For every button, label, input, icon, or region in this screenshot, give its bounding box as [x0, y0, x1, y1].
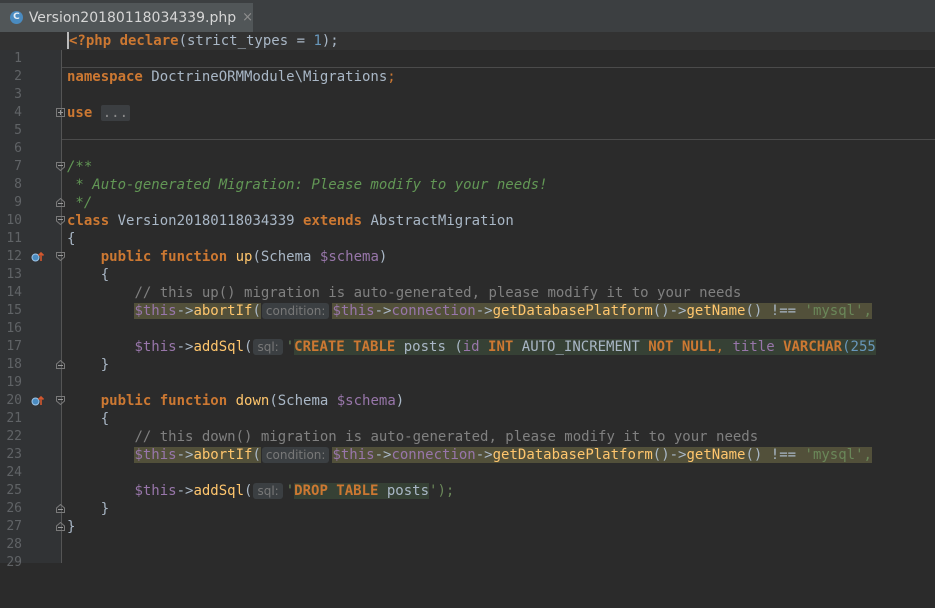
code-line-20[interactable]: 20: [0, 374, 935, 408]
fold-end-icon[interactable]: [56, 198, 65, 207]
tab-title: Version20180118034339.php: [28, 9, 237, 26]
code-line-5[interactable]: 5 use ...: [0, 104, 935, 138]
code-line-18[interactable]: 18 $this->addSql(sql: 'CREATE TABLE posts…: [0, 338, 935, 372]
param-hint-condition: condition:: [261, 303, 330, 319]
code-line-26[interactable]: 26 $this->addSql(sql: 'DROP TABLE posts')…: [0, 482, 935, 516]
fold-expand-icon[interactable]: [56, 108, 65, 117]
editor-tab-bar: C Version20180118034339.php ×: [0, 0, 935, 33]
code-line-24[interactable]: 24 $this->abortIf(condition: $this->conne…: [0, 446, 935, 480]
code-line-19[interactable]: 19 }: [0, 356, 935, 390]
code-editor[interactable]: 1 <?php declare(strict_types = 1); 2 3 n…: [0, 32, 935, 570]
code-line-29[interactable]: 29: [0, 536, 935, 570]
code-line-14[interactable]: 14 {: [0, 266, 935, 300]
code-line-22[interactable]: 22 {: [0, 410, 935, 444]
code-line-2[interactable]: 2: [0, 50, 935, 84]
code-line-21[interactable]: 21 public function down(Schema $schema): [0, 392, 935, 426]
param-hint-condition: condition:: [261, 447, 330, 463]
code-line-12[interactable]: 12 {: [0, 230, 935, 264]
code-line-1[interactable]: 1 <?php declare(strict_types = 1);: [0, 32, 935, 66]
close-icon[interactable]: ×: [242, 10, 253, 25]
fold-end-icon[interactable]: [56, 522, 65, 531]
code-line-6[interactable]: 6: [0, 122, 935, 156]
code-line-15[interactable]: 15 // this up() migration is auto-genera…: [0, 284, 935, 318]
fold-end-icon[interactable]: [56, 504, 65, 513]
code-line-16[interactable]: 16 $this->abortIf(condition: $this->conne…: [0, 302, 935, 336]
code-line-3[interactable]: 3 namespace DoctrineORMModule\Migrations…: [0, 68, 935, 102]
code-line-23[interactable]: 23 // this down() migration is auto-gene…: [0, 428, 935, 462]
code-line-9[interactable]: 9 * Auto-generated Migration: Please mod…: [0, 176, 935, 210]
tab-version-file[interactable]: C Version20180118034339.php ×: [0, 3, 253, 32]
code-line-8[interactable]: 8 /**: [0, 158, 935, 192]
param-hint-sql: sql:: [253, 483, 283, 499]
override-method-icon[interactable]: [31, 394, 45, 408]
code-line-10[interactable]: 10 */: [0, 194, 935, 228]
folded-imports[interactable]: ...: [100, 105, 131, 121]
code-line-4[interactable]: 4: [0, 86, 935, 120]
param-hint-sql: sql:: [253, 339, 283, 355]
code-line-17[interactable]: 17: [0, 320, 935, 354]
code-line-7[interactable]: 7: [0, 140, 935, 174]
php-class-icon: C: [10, 11, 23, 24]
fold-collapse-icon[interactable]: [56, 396, 65, 405]
override-method-icon[interactable]: [31, 250, 45, 264]
code-line-28[interactable]: 28 }: [0, 518, 935, 552]
code-line-27[interactable]: 27 }: [0, 500, 935, 534]
fold-end-icon[interactable]: [56, 360, 65, 369]
fold-collapse-icon[interactable]: [56, 216, 65, 225]
line-number: 29: [6, 555, 22, 570]
code-line-13[interactable]: 13 public function up(Schema $schema): [0, 248, 935, 282]
fold-collapse-icon[interactable]: [56, 252, 65, 261]
fold-collapse-icon[interactable]: [56, 162, 65, 171]
code-line-11[interactable]: 11 class Version20180118034339 extends A…: [0, 212, 935, 246]
code-line-25[interactable]: 25: [0, 464, 935, 498]
